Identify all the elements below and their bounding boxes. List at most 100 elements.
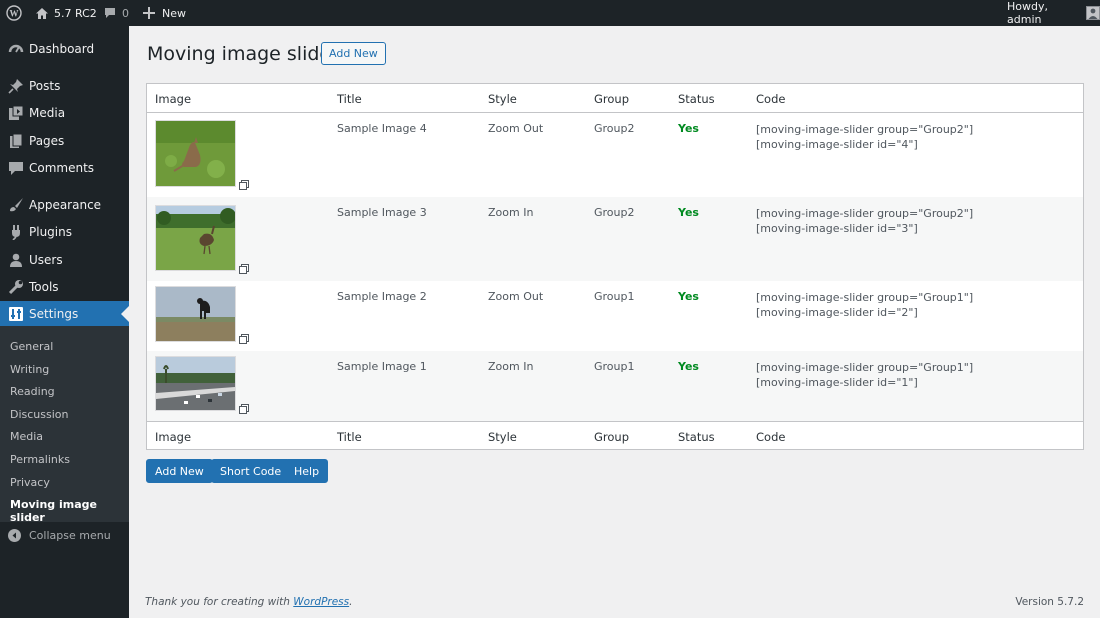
row-title: Sample Image 1 <box>337 360 427 373</box>
kangaroo-photo[interactable] <box>155 120 236 187</box>
submenu-item-media[interactable]: Media <box>10 430 43 443</box>
new-content-link[interactable]: New <box>143 0 186 26</box>
site-name-link[interactable]: 5.7 RC2 <box>35 0 97 26</box>
column-header-title: Title <box>337 92 362 106</box>
highway-photo[interactable] <box>155 356 236 411</box>
sidebar-item-label: Plugins <box>29 225 72 239</box>
row-group: Group1 <box>594 290 635 303</box>
help-button[interactable]: Help <box>285 459 329 483</box>
sidebar-item-comments[interactable]: Comments <box>0 155 129 181</box>
sidebar-item-users[interactable]: Users <box>0 247 129 273</box>
column-footer-status: Status <box>678 430 715 444</box>
column-footer-style: Style <box>488 430 517 444</box>
sidebar-item-label: Tools <box>29 280 59 294</box>
external-link-icon[interactable] <box>239 333 249 344</box>
row-group: Group2 <box>594 206 635 219</box>
column-header-image: Image <box>155 92 192 106</box>
avatar <box>1086 6 1100 20</box>
shortcode-id: [moving-image-slider id="3"] <box>756 222 918 235</box>
comments-count: 0 <box>122 6 129 20</box>
footer-thanks-suffix: . <box>349 596 353 608</box>
external-link-icon[interactable] <box>239 263 249 274</box>
row-status: Yes <box>678 290 699 303</box>
row-code: [moving-image-slider group="Group1"] [mo… <box>756 360 973 390</box>
sidebar-item-label: Media <box>29 106 66 120</box>
row-code: [moving-image-slider group="Group2"] [mo… <box>756 206 973 236</box>
page-title: Moving image slider <box>147 43 339 65</box>
row-code: [moving-image-slider group="Group2"] [mo… <box>756 122 973 152</box>
add-new-header-button[interactable]: Add New <box>321 42 386 65</box>
media-icon <box>8 105 24 121</box>
submenu-item-writing[interactable]: Writing <box>10 363 49 376</box>
cow-photo[interactable] <box>155 286 236 342</box>
sidebar-item-plugins[interactable]: Plugins <box>0 219 129 245</box>
row-style: Zoom Out <box>488 122 544 135</box>
collapse-menu-button[interactable]: Collapse menu <box>0 526 129 546</box>
plus-icon <box>143 7 155 19</box>
sidebar-item-label: Appearance <box>29 198 102 212</box>
row-title: Sample Image 4 <box>337 122 427 135</box>
wrench-icon <box>8 279 24 295</box>
column-header-style: Style <box>488 92 517 106</box>
row-group: Group2 <box>594 122 635 135</box>
shortcode-group: [moving-image-slider group="Group2"] <box>756 123 974 136</box>
sidebar-item-label: Posts <box>29 79 61 93</box>
emu-photo[interactable] <box>155 205 236 271</box>
sidebar-item-media[interactable]: Media <box>0 100 129 126</box>
submenu-item-discussion[interactable]: Discussion <box>10 408 69 421</box>
add-new-button[interactable]: Add New <box>146 459 213 483</box>
row-title: Sample Image 2 <box>337 290 427 303</box>
shortcode-id: [moving-image-slider id="2"] <box>756 306 918 319</box>
sidebar-item-pages[interactable]: Pages <box>0 128 129 154</box>
row-status: Yes <box>678 360 699 373</box>
row-code: [moving-image-slider group="Group1"] [mo… <box>756 290 973 320</box>
submenu-item-permalinks[interactable]: Permalinks <box>10 453 70 466</box>
sliders-table: Image Title Style Group Status Code Samp… <box>146 83 1084 450</box>
wordpress-logo-icon[interactable]: W <box>6 0 22 26</box>
howdy-text: Howdy, admin <box>1007 0 1048 26</box>
row-style: Zoom In <box>488 360 534 373</box>
my-account-link[interactable]: Howdy, admin <box>1007 0 1100 26</box>
sidebar-item-appearance[interactable]: Appearance <box>0 192 129 218</box>
home-icon <box>35 7 49 20</box>
comments-icon <box>8 160 24 176</box>
current-menu-arrow <box>121 306 129 322</box>
sidebar-item-tools[interactable]: Tools <box>0 274 129 300</box>
short-code-button[interactable]: Short Code <box>211 459 291 483</box>
footer-thanks-prefix: Thank you for creating with <box>145 596 294 608</box>
wordpress-link[interactable]: WordPress <box>293 596 349 608</box>
submenu-item-moving-image-slider[interactable]: Moving image slider <box>10 498 129 524</box>
sidebar-item-settings[interactable]: Settings <box>0 301 129 327</box>
row-status: Yes <box>678 122 699 135</box>
sidebar-item-label: Users <box>29 253 63 267</box>
external-link-icon[interactable] <box>239 179 249 190</box>
column-header-status: Status <box>678 92 715 106</box>
column-footer-image: Image <box>155 430 192 444</box>
table-row: Sample Image 1 Zoom In Group1 Yes [movin… <box>147 351 1083 421</box>
submenu-item-privacy[interactable]: Privacy <box>10 476 50 489</box>
shortcode-group: [moving-image-slider group="Group2"] <box>756 207 974 220</box>
comments-link[interactable]: 0 <box>104 0 129 26</box>
row-title: Sample Image 3 <box>337 206 427 219</box>
external-link-icon[interactable] <box>239 403 249 414</box>
table-footer-row: Image Title Style Group Status Code <box>147 421 1083 450</box>
shortcode-group: [moving-image-slider group="Group1"] <box>756 291 974 304</box>
sidebar-item-posts[interactable]: Posts <box>0 73 129 99</box>
dashboard-icon <box>8 41 24 57</box>
footer-version: Version 5.7.2 <box>1015 596 1084 608</box>
sidebar-item-dashboard[interactable]: Dashboard <box>0 36 129 62</box>
sidebar-item-label: Settings <box>29 307 79 321</box>
pin-icon <box>8 78 24 94</box>
submenu-item-general[interactable]: General <box>10 340 53 353</box>
main-content: Moving image slider Add New Image Title … <box>129 26 1100 618</box>
shortcode-group: [moving-image-slider group="Group1"] <box>756 361 974 374</box>
plugin-icon <box>8 224 24 241</box>
comment-bubble-icon <box>104 7 116 19</box>
column-footer-title: Title <box>337 430 362 444</box>
collapse-arrow-icon <box>8 529 21 545</box>
row-status: Yes <box>678 206 699 219</box>
column-footer-group: Group <box>594 430 630 444</box>
submenu-item-reading[interactable]: Reading <box>10 385 55 398</box>
admin-bar: W 5.7 RC2 0 New Howdy, admin <box>0 0 1100 26</box>
shortcode-id: [moving-image-slider id="4"] <box>756 138 918 151</box>
